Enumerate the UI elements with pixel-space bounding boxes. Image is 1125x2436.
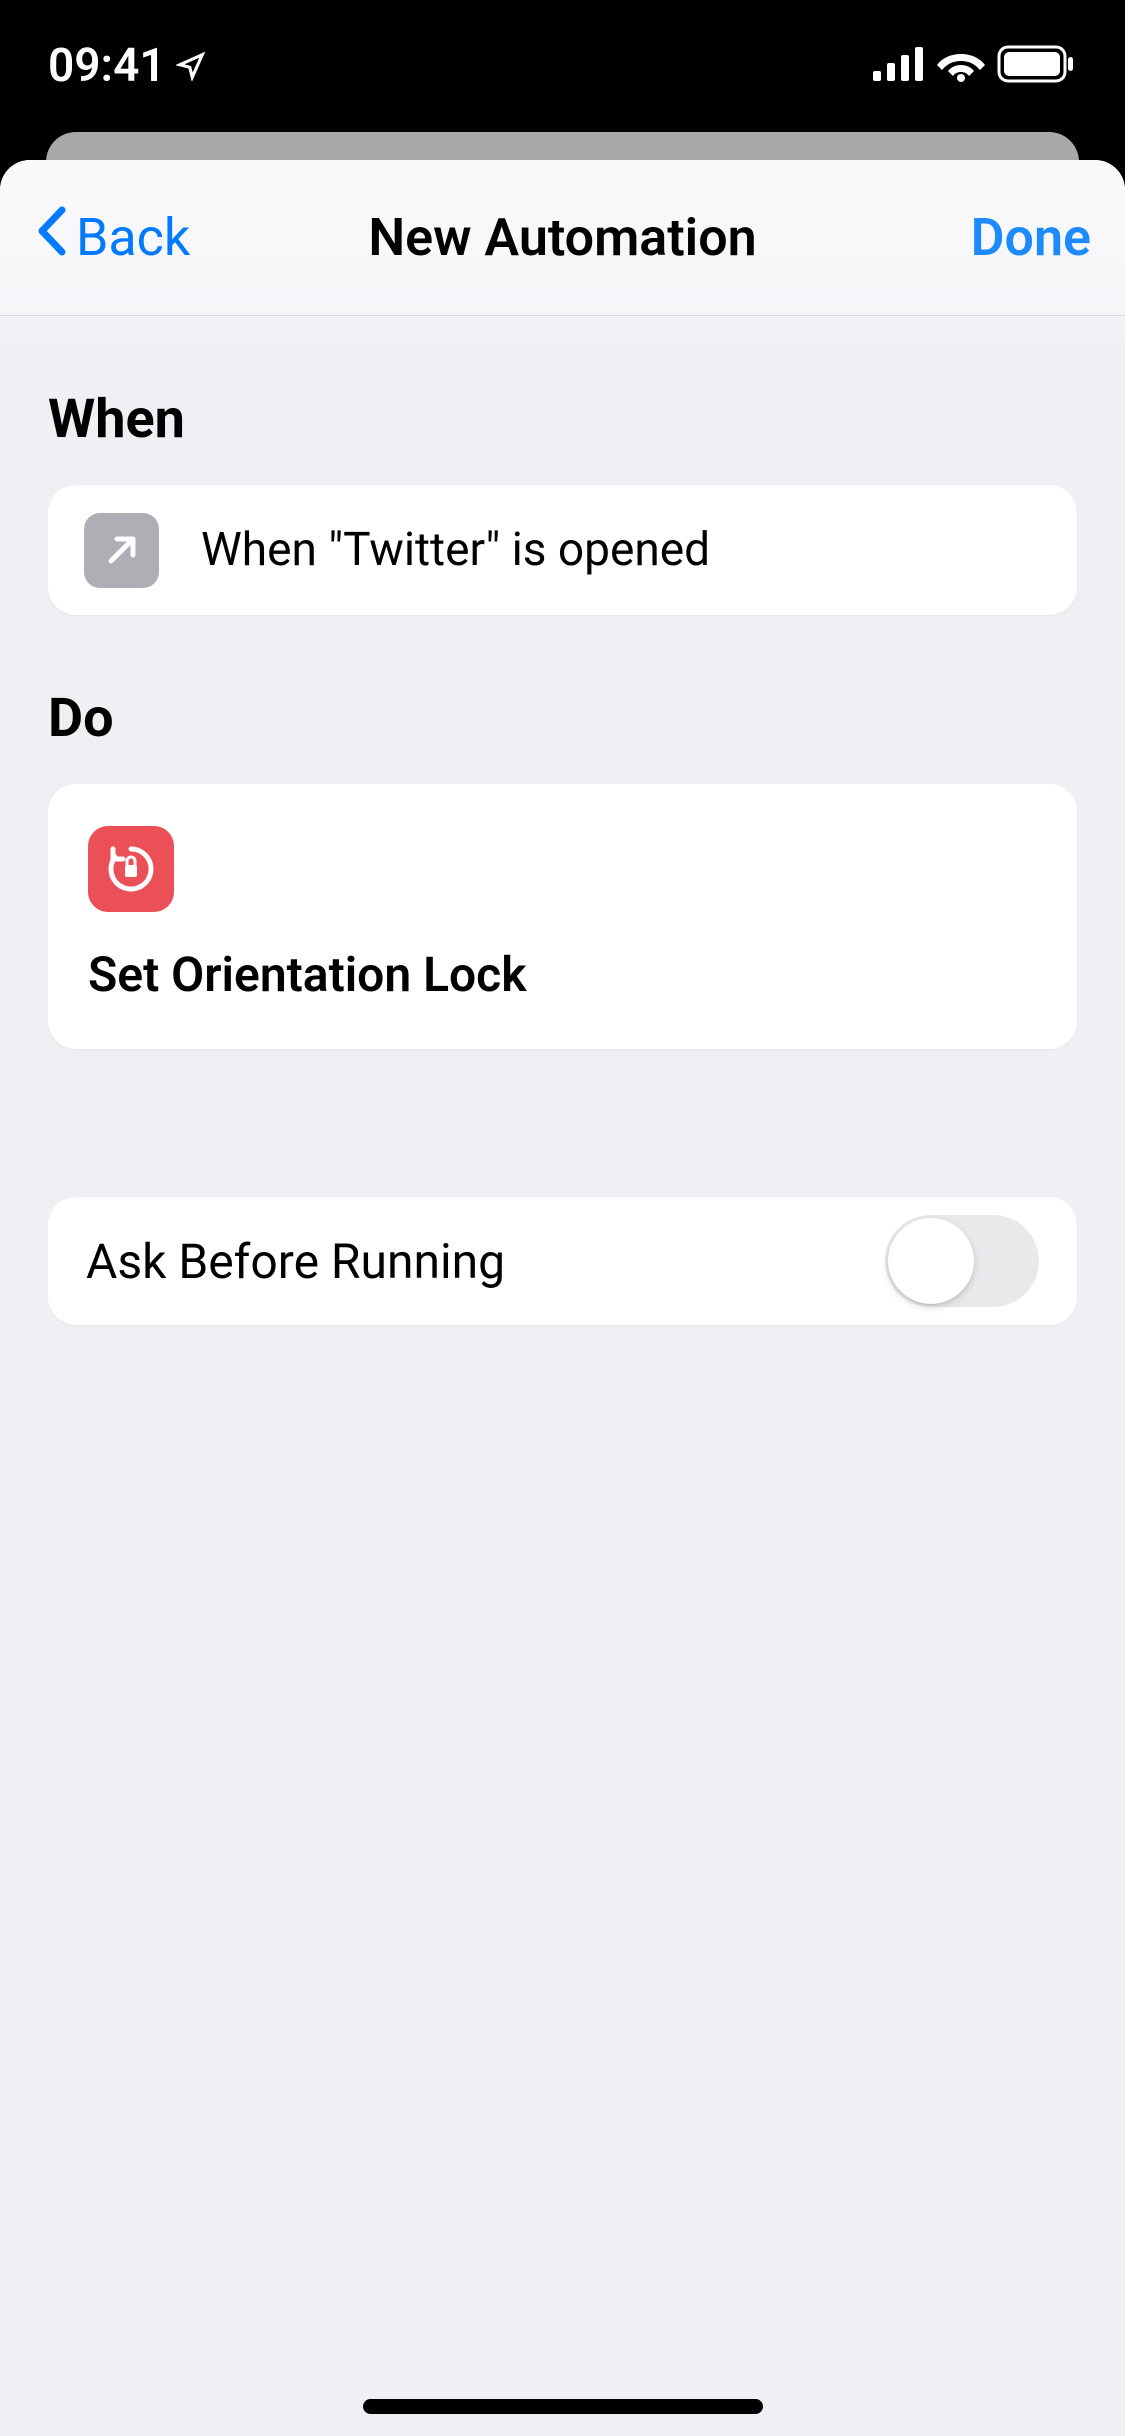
back-button[interactable]: Back: [34, 204, 190, 271]
toggle-knob: [888, 1218, 974, 1304]
status-time-group: 09:41: [48, 39, 206, 93]
status-bar: 09:41: [0, 0, 1125, 132]
status-time: 09:41: [48, 39, 166, 93]
status-right: [873, 45, 1075, 87]
cellular-signal-icon: [873, 47, 925, 85]
back-label: Back: [76, 207, 190, 268]
done-button[interactable]: Done: [971, 207, 1091, 268]
open-app-icon: [84, 513, 159, 588]
content-area: When When "Twitter" is opened Do Set Ori…: [0, 388, 1125, 2436]
battery-icon: [997, 45, 1075, 87]
ask-label: Ask Before Running: [86, 1233, 505, 1290]
when-trigger-text: When "Twitter" is opened: [201, 523, 710, 577]
chevron-left-icon: [34, 204, 70, 271]
nav-bar: Back New Automation Done: [0, 160, 1125, 316]
ask-before-running-toggle[interactable]: [885, 1215, 1039, 1307]
when-trigger-card[interactable]: When "Twitter" is opened: [48, 485, 1077, 615]
when-section-header: When: [48, 388, 1077, 451]
modal-sheet: Back New Automation Done When When "Twit…: [0, 160, 1125, 2436]
do-action-card[interactable]: Set Orientation Lock: [48, 784, 1077, 1049]
home-indicator[interactable]: [363, 2399, 763, 2414]
do-section-header: Do: [48, 687, 1077, 750]
location-icon: [176, 39, 206, 93]
orientation-lock-icon: [88, 826, 174, 912]
nav-title: New Automation: [368, 207, 756, 268]
do-action-text: Set Orientation Lock: [88, 946, 1037, 1003]
wifi-icon: [937, 46, 985, 86]
ask-before-running-row: Ask Before Running: [48, 1197, 1077, 1325]
